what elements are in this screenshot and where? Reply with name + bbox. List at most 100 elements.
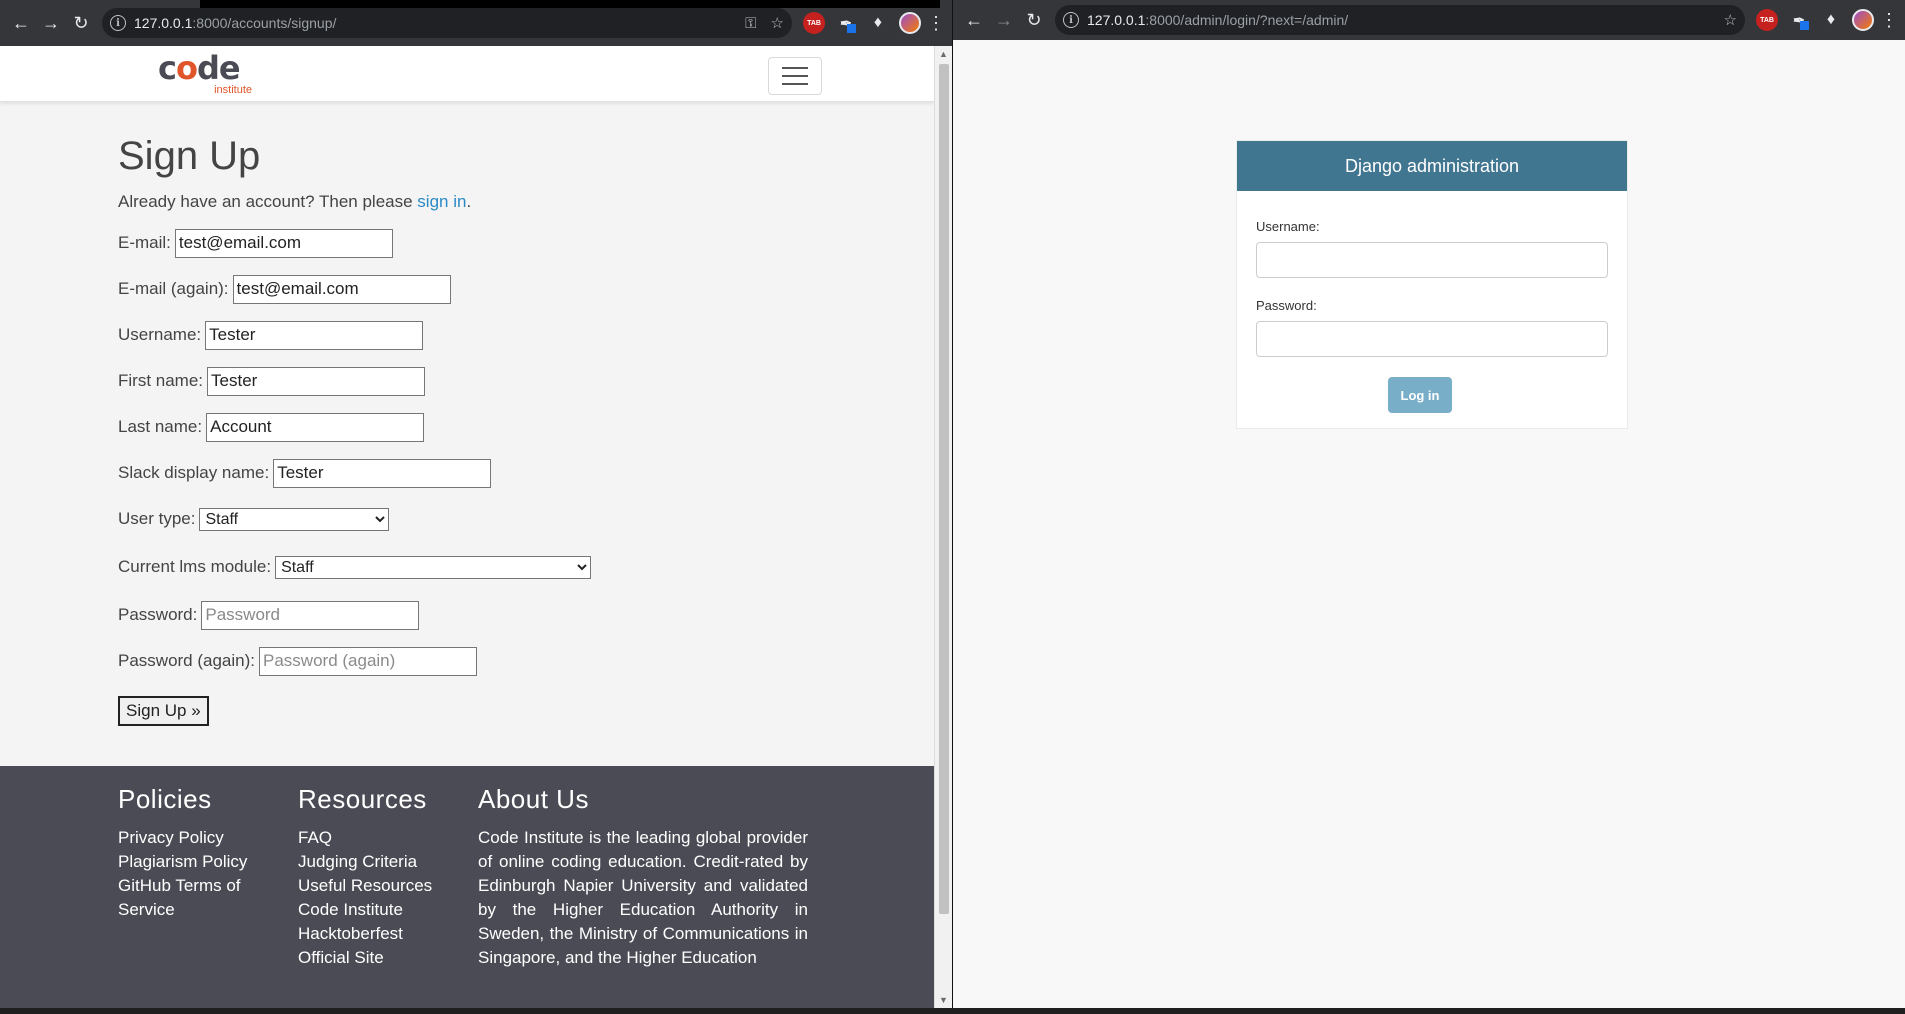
- email-again-label: E-mail (again):: [118, 279, 229, 298]
- last-name-label: Last name:: [118, 417, 203, 436]
- site-navbar: code institute: [0, 46, 934, 102]
- last-name-input[interactable]: [206, 412, 425, 442]
- url-host: 127.0.0.1: [1087, 12, 1146, 28]
- last-name-row: Last name:: [118, 412, 934, 442]
- url-host: 127.0.0.1: [134, 15, 193, 31]
- profile-avatar-icon[interactable]: [899, 12, 921, 34]
- logo-word: code: [158, 49, 241, 87]
- password-again-label: Password (again):: [118, 651, 256, 670]
- left-browser-toolbar: ← → ↻ i 127.0.0.1:8000/accounts/signup/ …: [0, 0, 952, 46]
- screen: ← → ↻ i 127.0.0.1:8000/accounts/signup/ …: [0, 0, 1905, 1014]
- log-in-button[interactable]: Log in: [1388, 377, 1452, 413]
- hacktoberfest-site-link[interactable]: Code Institute Hacktoberfest Official Si…: [298, 898, 438, 970]
- profile-avatar-icon[interactable]: [1852, 9, 1874, 31]
- key-icon[interactable]: ⚿: [745, 15, 756, 32]
- bookmark-star-icon[interactable]: ☆: [1724, 11, 1737, 29]
- page-title: Sign Up: [118, 134, 261, 178]
- email-input[interactable]: [174, 228, 393, 258]
- password-again-row: Password (again):: [118, 646, 934, 676]
- sign-up-button[interactable]: Sign Up »: [118, 696, 209, 726]
- footer-policies: Policies Privacy Policy Plagiarism Polic…: [118, 766, 298, 1008]
- footer-resources-heading: Resources: [298, 784, 427, 814]
- signup-content: Sign Up Already have an account? Then pl…: [0, 134, 934, 726]
- extension-pen-icon[interactable]: ✒: [835, 12, 857, 34]
- extension-tab-icon[interactable]: TAB: [1756, 9, 1778, 31]
- browser-menu-icon[interactable]: ⋮: [1879, 10, 1899, 31]
- logo-subtitle: institute: [214, 84, 252, 96]
- admin-login-header: Django administration: [1237, 141, 1627, 191]
- address-bar[interactable]: i 127.0.0.1:8000/admin/login/?next=/admi…: [1055, 5, 1745, 35]
- first-name-input[interactable]: [207, 366, 426, 396]
- password-again-input[interactable]: [259, 646, 478, 676]
- right-browser-window: ← → ↻ i 127.0.0.1:8000/admin/login/?next…: [952, 0, 1905, 1008]
- code-institute-logo[interactable]: code institute: [158, 52, 252, 96]
- admin-username-label: Username:: [1256, 219, 1320, 234]
- email-row: E-mail:: [118, 228, 934, 258]
- admin-password-label: Password:: [1256, 298, 1317, 313]
- back-icon[interactable]: ←: [959, 5, 989, 35]
- footer-policies-heading: Policies: [118, 784, 212, 814]
- site-info-icon[interactable]: i: [1063, 12, 1079, 28]
- admin-login-form: Username: Password: Log in: [1237, 191, 1627, 413]
- sign-in-link[interactable]: sign in: [417, 192, 466, 211]
- username-label: Username:: [118, 325, 202, 344]
- lms-module-label: Current lms module:: [118, 557, 272, 576]
- extensions-puzzle-icon[interactable]: ♦: [1820, 9, 1842, 31]
- first-name-row: First name:: [118, 366, 934, 396]
- email-label: E-mail:: [118, 233, 171, 252]
- url-path: :8000/accounts/signup/: [192, 15, 337, 31]
- navbar-toggle-hamburger-icon[interactable]: [768, 57, 822, 95]
- admin-login-card: Django administration Username: Password…: [1236, 140, 1628, 429]
- admin-login-page: Django administration Username: Password…: [953, 40, 1905, 1008]
- admin-username-input[interactable]: [1256, 242, 1608, 278]
- username-input[interactable]: [205, 320, 424, 350]
- forward-icon[interactable]: →: [36, 8, 66, 38]
- lms-module-row: Current lms module: Staff: [118, 554, 934, 580]
- email-again-input[interactable]: [232, 274, 451, 304]
- forward-icon[interactable]: →: [989, 5, 1019, 35]
- page-scrollbar[interactable]: ▲ ▼: [934, 46, 952, 1008]
- password-input[interactable]: [201, 600, 420, 630]
- back-icon[interactable]: ←: [6, 8, 36, 38]
- url-path: :8000/admin/login/?next=/admin/: [1145, 12, 1349, 28]
- footer-about-text: Code Institute is the leading global pro…: [478, 828, 808, 967]
- judging-criteria-link[interactable]: Judging Criteria: [298, 850, 478, 874]
- plagiarism-policy-link[interactable]: Plagiarism Policy: [118, 850, 298, 874]
- left-browser-window: ← → ↻ i 127.0.0.1:8000/accounts/signup/ …: [0, 0, 952, 1008]
- extensions-puzzle-icon[interactable]: ♦: [867, 12, 889, 34]
- bookmark-star-icon[interactable]: ☆: [771, 14, 784, 32]
- extension-pen-icon[interactable]: ✒: [1788, 9, 1810, 31]
- password-row: Password:: [118, 600, 934, 630]
- browser-menu-icon[interactable]: ⋮: [926, 13, 946, 34]
- faq-link[interactable]: FAQ: [298, 826, 478, 850]
- scroll-down-icon[interactable]: ▼: [935, 992, 952, 1008]
- user-type-select[interactable]: Staff: [199, 507, 390, 531]
- site-info-icon[interactable]: i: [110, 15, 126, 31]
- user-type-row: User type: Staff: [118, 506, 934, 532]
- email-again-row: E-mail (again):: [118, 274, 934, 304]
- privacy-policy-link[interactable]: Privacy Policy: [118, 826, 298, 850]
- tab-strip: [200, 0, 940, 8]
- reload-icon[interactable]: ↻: [1019, 5, 1049, 35]
- scrollbar-thumb[interactable]: [939, 64, 949, 914]
- useful-resources-link[interactable]: Useful Resources: [298, 874, 478, 898]
- slack-name-input[interactable]: [273, 458, 492, 488]
- address-bar[interactable]: i 127.0.0.1:8000/accounts/signup/ ⚿ ☆: [102, 8, 792, 38]
- extension-tab-icon[interactable]: TAB: [803, 12, 825, 34]
- password-label: Password:: [118, 605, 198, 624]
- first-name-label: First name:: [118, 371, 204, 390]
- admin-password-input[interactable]: [1256, 321, 1608, 357]
- site-footer: Policies Privacy Policy Plagiarism Polic…: [0, 766, 934, 1008]
- slack-name-label: Slack display name:: [118, 463, 270, 482]
- signup-page: code institute Sign Up Already have an a…: [0, 46, 934, 1008]
- signin-prompt: Already have an account? Then please sig…: [118, 192, 472, 211]
- reload-icon[interactable]: ↻: [66, 8, 96, 38]
- lms-module-select[interactable]: Staff: [275, 555, 592, 579]
- footer-about-heading: About Us: [478, 784, 589, 814]
- user-type-label: User type:: [118, 509, 196, 528]
- username-row: Username:: [118, 320, 934, 350]
- github-terms-link[interactable]: GitHub Terms of Service: [118, 874, 298, 922]
- scroll-up-icon[interactable]: ▲: [935, 46, 952, 62]
- footer-resources: Resources FAQ Judging Criteria Useful Re…: [298, 766, 478, 1008]
- right-browser-toolbar: ← → ↻ i 127.0.0.1:8000/admin/login/?next…: [953, 0, 1905, 40]
